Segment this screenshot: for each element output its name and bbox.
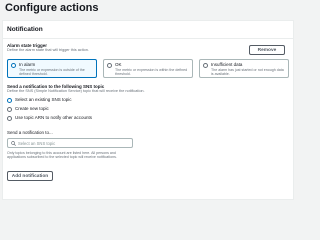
section-title: Notification [7, 26, 43, 33]
option-label: Use topic ARN to notify other accounts [15, 115, 93, 120]
send-to-help: Only topics belonging to this account ar… [7, 151, 117, 160]
tile-insufficient-data[interactable]: Insufficient data The alarm has just sta… [199, 59, 289, 78]
sns-topic-description: Define the SNS (Simple Notification Serv… [7, 89, 145, 93]
notification-panel: Notification Alarm state trigger Define … [2, 20, 294, 200]
option-label: Create new topic [15, 106, 49, 111]
tile-description: The metric or expression is within the d… [115, 67, 188, 76]
tile-label: In alarm [19, 62, 36, 67]
radio-ok[interactable] [107, 63, 112, 68]
panel-header: Notification [3, 21, 293, 39]
sns-topic-section: Send a notification to the following SNS… [7, 84, 291, 121]
tile-label: OK [115, 62, 122, 67]
search-input[interactable] [18, 140, 128, 147]
tile-description: The metric or expression is outside of t… [19, 67, 85, 76]
radio-insufficient-data[interactable] [203, 63, 208, 68]
add-notification-button[interactable]: Add notification [7, 171, 53, 181]
tile-ok[interactable]: OK The metric or expression is within th… [103, 59, 193, 78]
page-title: Configure actions [5, 2, 99, 14]
search-icon [11, 141, 16, 146]
option-label: Select an existing SNS topic [15, 97, 72, 102]
tile-label: Insufficient data [211, 62, 243, 67]
radio-topic-arn[interactable] [7, 115, 12, 121]
tile-description: The alarm has just started or not enough… [211, 67, 284, 76]
radio-create-topic[interactable] [7, 106, 12, 112]
tile-in-alarm[interactable]: In alarm The metric or expression is out… [7, 59, 97, 78]
send-to-section: Send a notification to... Only topics be… [7, 130, 291, 159]
radio-existing-topic[interactable] [7, 97, 12, 103]
send-to-label: Send a notification to... [7, 130, 53, 135]
radio-in-alarm[interactable] [11, 63, 16, 68]
sns-topic-search[interactable] [7, 138, 133, 148]
remove-button[interactable]: Remove [249, 45, 285, 55]
alarm-state-tiles: In alarm The metric or expression is out… [7, 59, 289, 78]
